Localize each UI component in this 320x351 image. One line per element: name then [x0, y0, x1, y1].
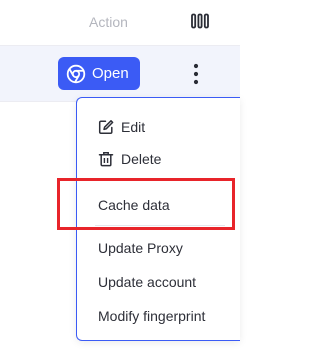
menu-item-label: Delete [121, 151, 162, 167]
menu-item-modify-fingerprint[interactable]: Modify fingerprint [77, 301, 240, 331]
table-row: Open [0, 46, 240, 102]
chrome-icon [66, 64, 86, 84]
menu-divider [95, 225, 225, 226]
menu-item-edit[interactable]: Edit [77, 112, 240, 142]
menu-item-label: Update Proxy [98, 240, 183, 256]
menu-item-delete[interactable]: Delete [77, 144, 240, 174]
columns-settings-icon[interactable] [191, 13, 209, 29]
more-vertical-icon[interactable] [186, 62, 206, 86]
menu-item-label: Update account [98, 274, 197, 290]
page: Action Open Edit Delete Cache data Updat… [0, 0, 240, 351]
menu-item-label: Edit [121, 119, 146, 135]
action-column-header: Action [89, 14, 128, 30]
menu-item-label: Modify fingerprint [98, 308, 206, 324]
edit-icon [98, 119, 114, 135]
menu-item-label: Cache data [98, 197, 170, 213]
trash-icon [98, 151, 114, 167]
open-button[interactable]: Open [58, 57, 140, 90]
open-button-label: Open [92, 65, 129, 82]
menu-item-update-account[interactable]: Update account [77, 267, 240, 297]
table-header-row: Action [0, 0, 240, 46]
menu-item-update-proxy[interactable]: Update Proxy [77, 233, 240, 263]
menu-item-cache-data[interactable]: Cache data [77, 190, 240, 220]
row-actions-dropdown: Edit Delete Cache data Update Proxy Upda… [76, 97, 240, 341]
